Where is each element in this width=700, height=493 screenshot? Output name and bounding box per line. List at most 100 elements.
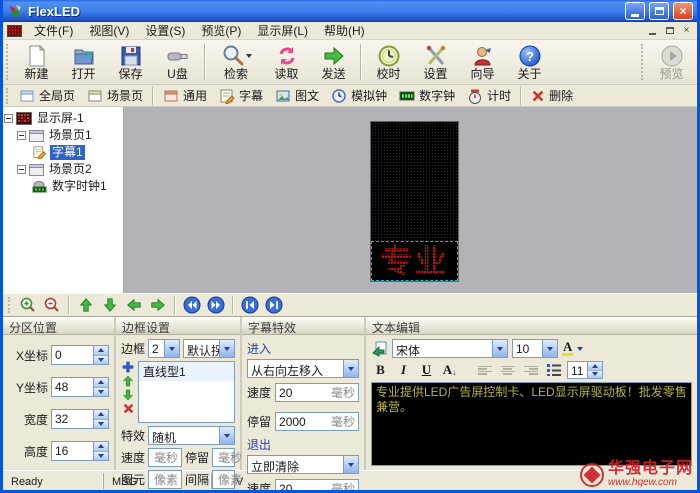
border-speed-input[interactable]: 50毫秒 xyxy=(148,448,182,467)
time-sync-button[interactable]: 校时 xyxy=(365,41,412,83)
about-button[interactable]: ? 关于 xyxy=(506,41,553,83)
x-coordinate-stepper[interactable]: 0 xyxy=(51,345,109,365)
spin-down-icon[interactable] xyxy=(94,388,108,397)
tree-item-scene-page-1[interactable]: 场景页1 xyxy=(4,127,122,144)
menu-settings[interactable]: 设置(S) xyxy=(137,21,193,40)
spin-up-icon[interactable] xyxy=(94,410,108,420)
tree-item-scene-page-2[interactable]: 场景页2 xyxy=(4,161,122,178)
text-case-button[interactable]: A↓ xyxy=(440,361,459,379)
spin-down-icon[interactable] xyxy=(588,371,602,379)
remove-border-button[interactable] xyxy=(123,403,134,414)
toolbar-drag-handle[interactable] xyxy=(6,44,10,80)
dropdown-arrow-icon[interactable] xyxy=(219,427,234,444)
font-family-select[interactable]: 宋体 xyxy=(392,339,508,358)
font-size-select[interactable]: 10 xyxy=(512,339,558,358)
subtitle-button[interactable]: 字幕 xyxy=(213,86,269,106)
border-style-list[interactable]: 直线型1 xyxy=(138,361,235,423)
align-center-icon[interactable] xyxy=(498,361,517,379)
picture-text-button[interactable]: 图文 xyxy=(269,86,325,106)
exit-speed-input[interactable]: 20毫秒 xyxy=(275,479,359,493)
collapse-toggle-icon[interactable] xyxy=(4,114,13,123)
new-button[interactable]: 新建 xyxy=(13,41,60,83)
border-list-item[interactable]: 直线型1 xyxy=(139,362,234,381)
general-button[interactable]: 通用 xyxy=(157,86,213,106)
maximize-button[interactable] xyxy=(649,2,669,20)
spin-down-icon[interactable] xyxy=(94,452,108,461)
align-right-icon[interactable] xyxy=(521,361,540,379)
dropdown-arrow-icon[interactable] xyxy=(492,340,507,357)
menu-file[interactable]: 文件(F) xyxy=(26,21,81,40)
line-spacing-stepper[interactable]: 11 xyxy=(567,361,603,379)
toolbar-drag-handle[interactable] xyxy=(641,44,645,80)
usb-button[interactable]: U盘 xyxy=(154,41,201,83)
import-text-icon[interactable] xyxy=(371,340,388,357)
bold-button[interactable]: B xyxy=(371,361,390,379)
mdi-close-button[interactable]: × xyxy=(678,24,695,38)
underline-button[interactable]: U xyxy=(417,361,436,379)
delete-button[interactable]: 删除 xyxy=(525,86,579,106)
tree-item-display-screen[interactable]: 显示屏-1 xyxy=(4,110,122,127)
spin-up-icon[interactable] xyxy=(94,442,108,452)
border-effect-select[interactable]: 随机 xyxy=(148,426,235,445)
minimize-button[interactable] xyxy=(625,2,645,20)
prev-page-button[interactable] xyxy=(181,295,203,315)
close-button[interactable]: × xyxy=(673,2,693,20)
first-page-button[interactable] xyxy=(239,295,261,315)
text-content-editor[interactable]: 专业提供LED广告屏控制卡、LED显示屏驱动板！批发零售兼营。 xyxy=(371,382,692,466)
dropdown-arrow-icon[interactable] xyxy=(343,456,358,473)
tree-item-subtitle-1[interactable]: 字幕1 xyxy=(4,144,122,161)
toolbar-drag-handle[interactable] xyxy=(6,88,10,104)
menu-help[interactable]: 帮助(H) xyxy=(316,21,373,40)
spin-down-icon[interactable] xyxy=(94,356,108,365)
height-stepper[interactable]: 16 xyxy=(51,441,109,461)
move-up-button[interactable] xyxy=(75,295,97,315)
move-up-button[interactable] xyxy=(122,375,134,387)
line-spacing-icon[interactable] xyxy=(544,361,563,379)
next-page-button[interactable] xyxy=(205,295,227,315)
open-button[interactable]: 打开 xyxy=(60,41,107,83)
dropdown-arrow-icon[interactable] xyxy=(343,360,358,377)
enter-effect-select[interactable]: 从右向左移入 xyxy=(247,359,359,378)
spin-up-icon[interactable] xyxy=(94,346,108,356)
scene-page-button[interactable]: 场景页 xyxy=(81,86,149,106)
dropdown-arrow-icon[interactable] xyxy=(164,340,179,357)
collapse-toggle-icon[interactable] xyxy=(17,165,26,174)
search-button[interactable]: 检索 xyxy=(209,41,263,83)
menu-preview[interactable]: 预览(P) xyxy=(193,21,249,40)
analog-clock-button[interactable]: 模拟钟 xyxy=(325,86,393,106)
add-border-button[interactable] xyxy=(122,361,134,373)
y-coordinate-stepper[interactable]: 48 xyxy=(51,377,109,397)
menu-view[interactable]: 视图(V) xyxy=(81,21,137,40)
spin-up-icon[interactable] xyxy=(588,362,602,371)
border-width-select[interactable]: 2 xyxy=(148,339,180,358)
move-right-button[interactable] xyxy=(147,295,169,315)
dropdown-arrow-icon[interactable] xyxy=(219,340,234,357)
border-stay-input[interactable]: 2000毫秒 xyxy=(212,448,235,467)
enter-speed-input[interactable]: 20毫秒 xyxy=(275,383,359,402)
timer-button[interactable]: 计时 xyxy=(461,86,517,106)
menu-display[interactable]: 显示屏(L) xyxy=(249,21,316,40)
zoom-in-button[interactable] xyxy=(17,295,39,315)
last-page-button[interactable] xyxy=(263,295,285,315)
exit-effect-select[interactable]: 立即清除 xyxy=(247,455,359,474)
collapse-toggle-icon[interactable] xyxy=(17,131,26,140)
color-dropdown-arrow-icon[interactable] xyxy=(577,347,583,351)
wizard-button[interactable]: 向导 xyxy=(459,41,506,83)
border-gap-input[interactable]: 4像素 xyxy=(212,470,235,489)
led-display-panel[interactable]: 专业 xyxy=(371,122,458,281)
align-left-icon[interactable] xyxy=(475,361,494,379)
mdi-minimize-button[interactable] xyxy=(644,24,661,38)
move-left-button[interactable] xyxy=(123,295,145,315)
document-icon[interactable] xyxy=(7,25,22,37)
tree-item-digital-clock-1[interactable]: 数字时钟1 xyxy=(4,178,122,195)
read-button[interactable]: 读取 xyxy=(263,41,310,83)
border-pixel-input[interactable]: 4像素 xyxy=(148,470,182,489)
save-button[interactable]: 保存 xyxy=(107,41,154,83)
font-color-button[interactable]: A xyxy=(562,340,583,358)
send-button[interactable]: 发送 xyxy=(310,41,357,83)
search-dropdown-arrow-icon[interactable] xyxy=(246,54,252,58)
subtitle-zone[interactable]: 专业 xyxy=(371,241,458,281)
spin-up-icon[interactable] xyxy=(94,378,108,388)
width-stepper[interactable]: 32 xyxy=(51,409,109,429)
settings-button[interactable]: 设置 xyxy=(412,41,459,83)
